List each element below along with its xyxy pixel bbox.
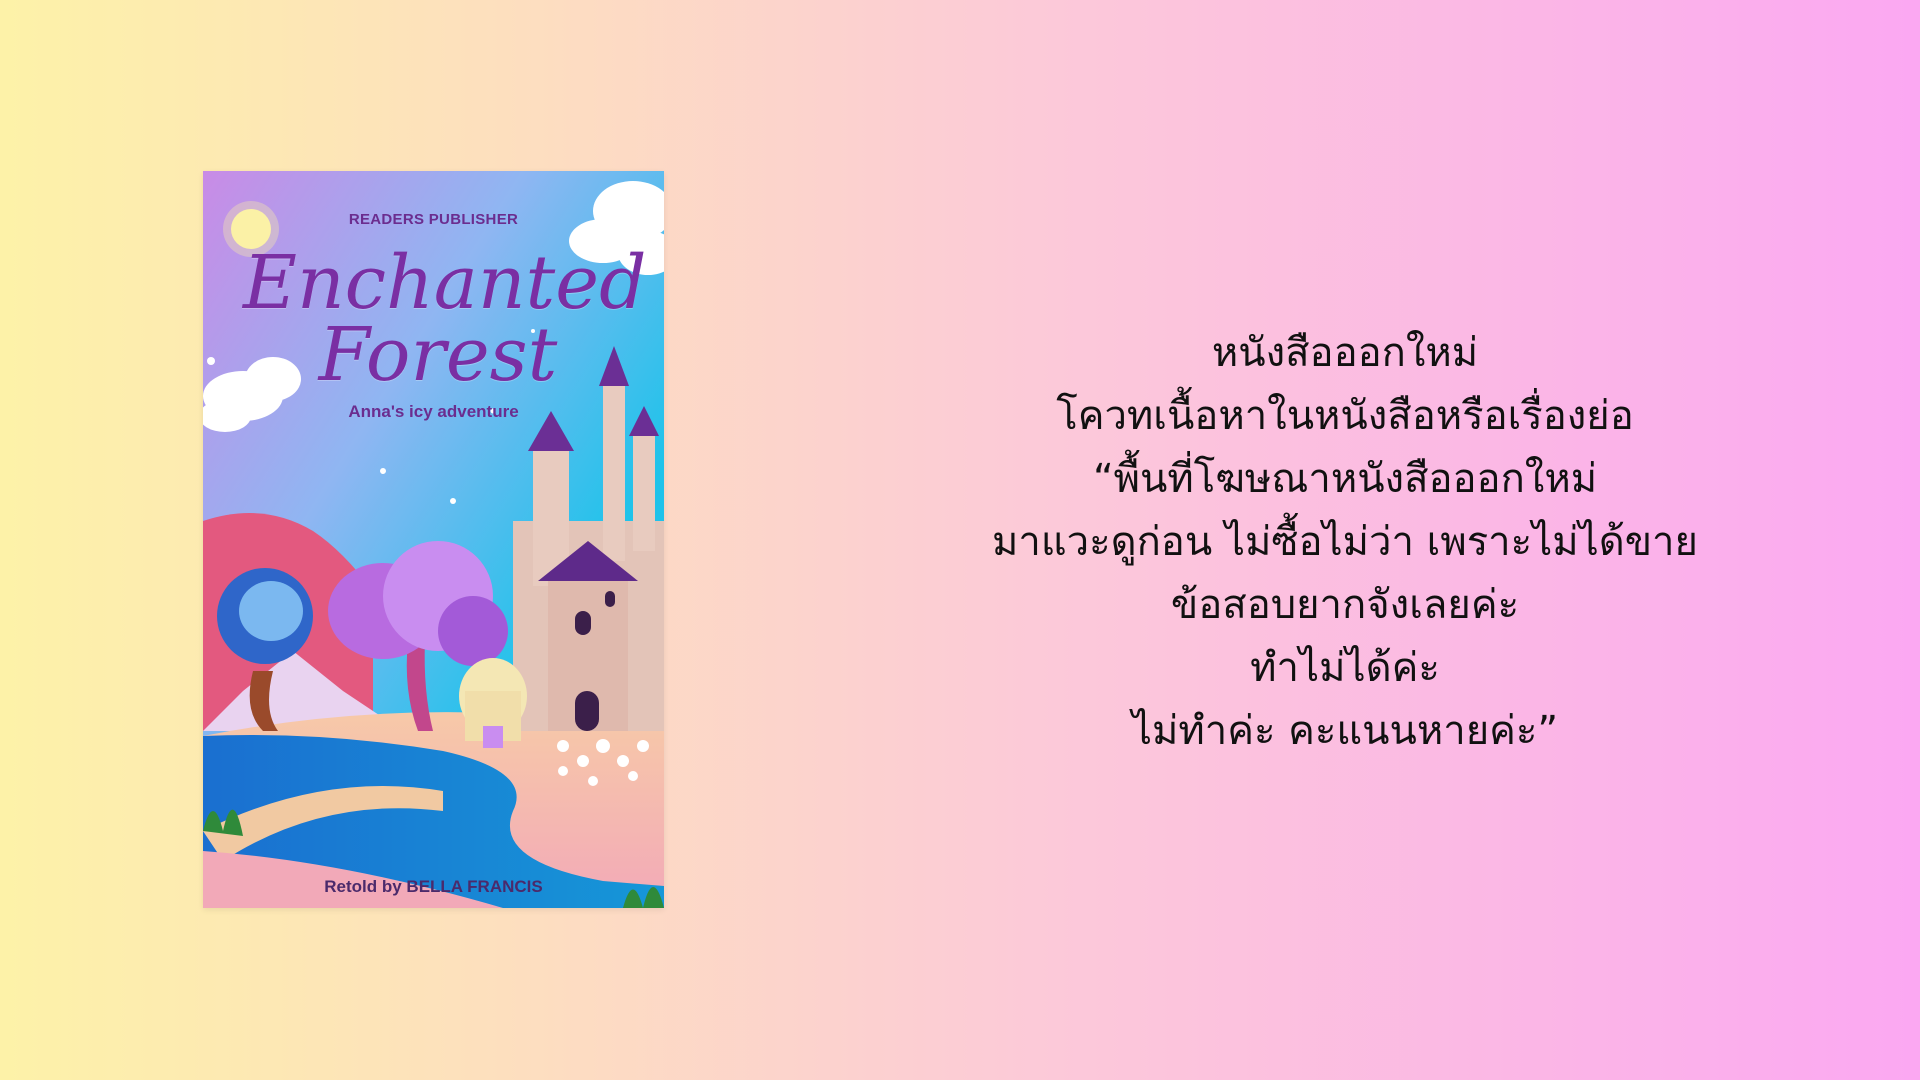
book-publisher: READERS PUBLISHER [348,211,519,228]
book-title-line1: Enchanted [243,240,647,326]
page-background: READERS PUBLISHER Enchanted Forest Anna'… [0,0,1920,1080]
book-author: Retold by BELLA FRANCIS [324,877,543,896]
quote-line: มาแวะดูก่อน ไม่ซื้อไม่ว่า เพราะไม่ได้ขาย [992,519,1698,565]
book-title: Enchanted Forest [243,240,647,398]
quote-text-block: หนังสือออกใหม่ โควทเนื้อหาในหนังสือหรือเ… [960,322,1730,763]
quote-line: ทำไม่ได้ค่ะ [1250,645,1440,691]
character [459,658,527,748]
quote-line: หนังสือออกใหม่ [1211,330,1479,376]
book-title-line2: Forest [318,312,558,398]
quote-line: “พื้นที่โฆษณาหนังสือออกใหม่ [1092,456,1598,502]
quote-line: ข้อสอบยากจังเลยค่ะ [1170,582,1520,628]
book-subtitle: Anna's icy adventure [348,402,519,421]
book-cover: READERS PUBLISHER Enchanted Forest Anna'… [203,171,664,908]
quote-line: ไม่ทำค่ะ คะแนนหายค่ะ” [1131,708,1559,754]
quote-line: โควทเนื้อหาในหนังสือหรือเรื่องย่อ [1056,393,1634,439]
